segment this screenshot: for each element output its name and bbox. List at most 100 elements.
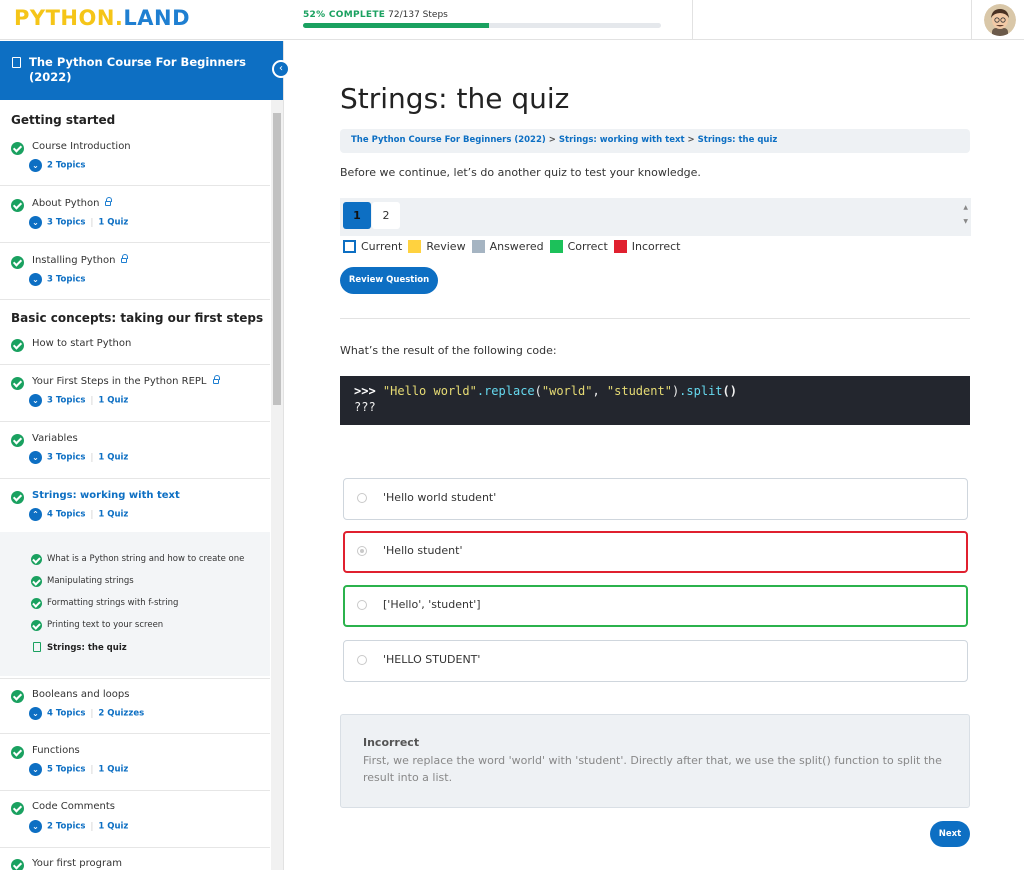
meta-separator: | (90, 395, 94, 406)
lesson-course-introduction[interactable]: Course Introduction ⌄ 2 Topics (0, 130, 270, 186)
chevron-down-icon[interactable]: ⌄ (29, 159, 42, 172)
radio-button[interactable] (357, 600, 367, 610)
radio-button-selected[interactable] (357, 546, 367, 556)
chevron-down-icon[interactable]: ⌄ (29, 707, 42, 720)
course-sidebar: The Python Course For Beginners (2022) G… (0, 41, 284, 870)
next-button[interactable]: Next (930, 821, 970, 847)
review-question-button[interactable]: Review Question (340, 267, 438, 294)
answer-option[interactable]: 'HELLO STUDENT' (343, 640, 968, 682)
code-method: .replace (476, 384, 535, 398)
lesson-meta: ⌄ 2 Topics (29, 159, 85, 172)
topic-item[interactable]: What is a Python string and how to creat… (47, 554, 244, 564)
code-line-1: >>> "Hello world".replace("world", "stud… (354, 383, 970, 399)
lesson-how-to-start-python[interactable]: How to start Python (0, 328, 270, 365)
topic-item[interactable]: Manipulating strings (47, 576, 134, 586)
topic-item[interactable]: Formatting strings with f-string (47, 598, 178, 608)
chevron-down-icon[interactable]: ⌄ (29, 763, 42, 776)
lesson-meta: ⌃ 4 Topics | 1 Quiz (29, 508, 128, 521)
top-bar: PYTHON.LAND 52% COMPLETE 72/137 Steps (0, 0, 1024, 40)
lesson-quiz-count[interactable]: 1 Quiz (98, 765, 128, 775)
lesson-title-text: About Python (32, 198, 100, 209)
radio-button[interactable] (357, 655, 367, 665)
check-circle-icon (31, 576, 42, 587)
lesson-quiz-count[interactable]: 1 Quiz (98, 218, 128, 228)
legend-label: Incorrect (631, 240, 681, 253)
answer-option[interactable]: 'Hello world student' (343, 478, 968, 520)
sidebar-scrollbar-thumb[interactable] (273, 113, 281, 405)
topic-item[interactable]: Printing text to your screen (47, 620, 163, 630)
answer-text: 'Hello student' (383, 544, 463, 557)
chevron-down-icon[interactable]: ⌄ (29, 216, 42, 229)
sidebar-course-header[interactable]: The Python Course For Beginners (2022) (0, 41, 283, 100)
course-title: The Python Course For Beginners (2022) (29, 55, 246, 84)
chevron-down-icon[interactable]: ⌄ (29, 394, 42, 407)
check-circle-icon (31, 598, 42, 609)
scroll-up-icon[interactable]: ▲ (963, 201, 968, 215)
question-navigation: 1 2 ▲ ▼ (340, 198, 971, 236)
answer-option-correct[interactable]: ['Hello', 'student'] (343, 585, 968, 627)
check-circle-icon (11, 339, 24, 352)
breadcrumb-separator: > (687, 135, 695, 145)
answer-text: 'HELLO STUDENT' (383, 653, 481, 666)
lesson-topics[interactable]: 3 Topics (47, 218, 85, 228)
answer-option-incorrect[interactable]: 'Hello student' (343, 531, 968, 573)
breadcrumb-current[interactable]: Strings: the quiz (698, 135, 778, 145)
lesson-quiz-count[interactable]: 1 Quiz (98, 822, 128, 832)
lesson-strings-working-with-text[interactable]: Strings: working with text ⌃ 4 Topics | 1 Q… (0, 480, 270, 532)
site-logo[interactable]: PYTHON.LAND (14, 6, 190, 30)
lesson-topics[interactable]: 4 Topics (47, 510, 85, 520)
lesson-topics[interactable]: 2 Topics (47, 822, 85, 832)
legend-swatch (408, 240, 422, 253)
lesson-quiz-count[interactable]: 1 Quiz (98, 453, 128, 463)
breadcrumb-course[interactable]: The Python Course For Beginners (2022) (351, 135, 546, 145)
legend-label: Review (426, 240, 466, 253)
lesson-topics[interactable]: 2 Topics (47, 161, 85, 171)
course-progress: 52% COMPLETE 72/137 Steps (303, 10, 661, 28)
check-circle-icon (11, 434, 24, 447)
lesson-variables[interactable]: Variables ⌄ 3 Topics | 1 Quiz (0, 423, 270, 479)
user-avatar[interactable] (984, 4, 1016, 36)
legend-item-answered: Answered (471, 240, 544, 253)
question-nav-scroll[interactable]: ▲ ▼ (963, 201, 968, 229)
chevron-down-icon[interactable]: ⌄ (29, 273, 42, 286)
meta-separator: | (90, 821, 94, 832)
chevron-up-icon[interactable]: ⌃ (29, 508, 42, 521)
chevron-down-icon[interactable]: ⌄ (29, 820, 42, 833)
lesson-title: Booleans and loops (32, 689, 130, 700)
check-circle-icon (11, 690, 24, 703)
breadcrumb: The Python Course For Beginners (2022) > S… (340, 129, 970, 153)
lesson-about-python[interactable]: About Python ⌄ 3 Topics | 1 Quiz (0, 187, 270, 243)
chevron-down-icon[interactable]: ⌄ (29, 451, 42, 464)
lesson-meta: ⌄ 3 Topics | 1 Quiz (29, 451, 128, 464)
legend-swatch (471, 240, 485, 253)
lesson-code-comments[interactable]: Code Comments ⌄ 2 Topics | 1 Quiz (0, 792, 270, 848)
legend-item-incorrect: Incorrect (613, 240, 681, 253)
lesson-meta: ⌄ 2 Topics | 1 Quiz (29, 820, 128, 833)
code-method: .split (679, 384, 723, 398)
lesson-your-first-program[interactable]: Your first program (0, 849, 270, 870)
lesson-topics[interactable]: 4 Topics (47, 709, 85, 719)
lesson-booleans-and-loops[interactable]: Booleans and loops ⌄ 4 Topics | 2 Quizzes (0, 678, 270, 734)
breadcrumb-lesson[interactable]: Strings: working with text (559, 135, 685, 145)
lesson-quiz-count[interactable]: 1 Quiz (98, 510, 128, 520)
scroll-down-icon[interactable]: ▼ (963, 215, 968, 229)
lesson-installing-python[interactable]: Installing Python ⌄ 3 Topics (0, 244, 270, 300)
legend-label: Answered (489, 240, 544, 253)
lesson-quiz-count[interactable]: 1 Quiz (98, 396, 128, 406)
lesson-topics[interactable]: 3 Topics (47, 396, 85, 406)
lesson-functions[interactable]: Functions ⌄ 5 Topics | 1 Quiz (0, 735, 270, 791)
lesson-quiz-count[interactable]: 2 Quizzes (98, 709, 144, 719)
question-number-2[interactable]: 2 (372, 202, 400, 229)
radio-button[interactable] (357, 493, 367, 503)
code-string: "world" (541, 384, 593, 398)
topic-item-current[interactable]: Strings: the quiz (47, 643, 127, 653)
lesson-topics[interactable]: 3 Topics (47, 275, 85, 285)
lesson-topics[interactable]: 3 Topics (47, 453, 85, 463)
answer-feedback: Incorrect First, we replace the word 'wo… (340, 714, 970, 808)
lesson-python-repl[interactable]: Your First Steps in the Python REPL ⌄ 3 T… (0, 366, 270, 422)
lesson-title: How to start Python (32, 338, 132, 349)
lesson-topics[interactable]: 5 Topics (47, 765, 85, 775)
lock-icon (212, 375, 220, 384)
chevron-left-icon[interactable]: ‹ (272, 60, 290, 78)
question-number-1[interactable]: 1 (343, 202, 371, 229)
